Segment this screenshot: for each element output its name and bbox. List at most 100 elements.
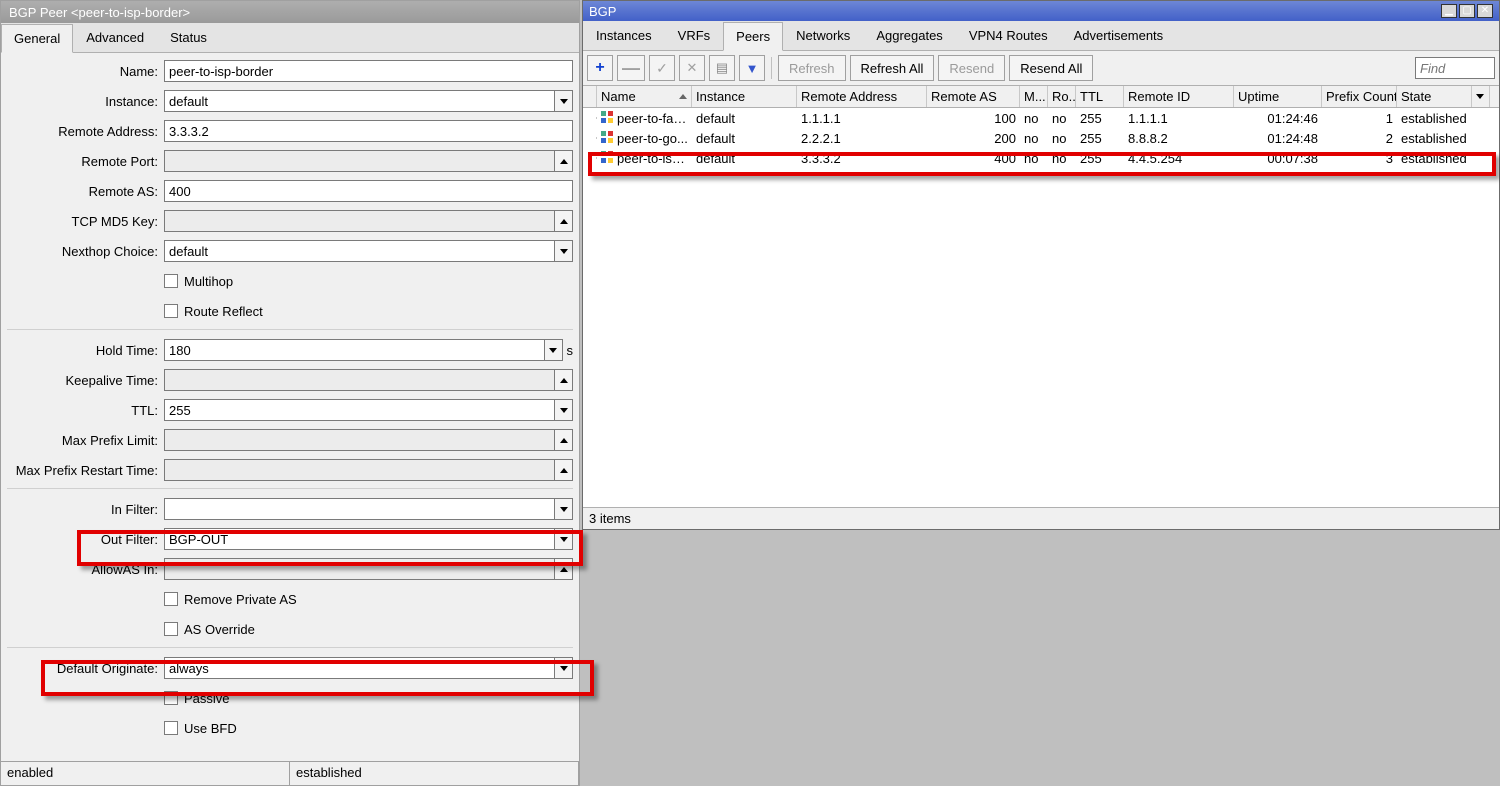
nexthop-input[interactable]	[164, 240, 555, 262]
ttl-input[interactable]	[164, 399, 555, 421]
peers-grid: Name Instance Remote Address Remote AS M…	[583, 86, 1499, 507]
default-originate-input[interactable]	[164, 657, 555, 679]
table-row[interactable]: peer-to-isp...default3.3.3.2400nono2554.…	[583, 148, 1499, 168]
minimize-icon: ▁	[1445, 6, 1453, 16]
remove-private-as-label: Remove Private AS	[184, 592, 297, 607]
col-menu[interactable]	[1472, 86, 1490, 107]
col-state[interactable]: State	[1397, 86, 1472, 107]
remote-port-expand-button[interactable]	[555, 150, 573, 172]
hold-time-dropdown-button[interactable]	[545, 339, 563, 361]
bgp-toolbar: + — ✓ ✕ ▤ ▼ Refresh Refresh All Resend R…	[583, 51, 1499, 86]
col-uptime[interactable]: Uptime	[1234, 86, 1322, 107]
route-reflect-checkbox[interactable]	[164, 304, 178, 318]
table-row[interactable]: peer-to-fac...default1.1.1.1100nono2551.…	[583, 108, 1499, 128]
ttl-dropdown-button[interactable]	[555, 399, 573, 421]
comment-button[interactable]: ▤	[709, 55, 735, 81]
hold-time-input[interactable]	[164, 339, 545, 361]
tab-instances[interactable]: Instances	[583, 21, 665, 50]
tab-vrfs[interactable]: VRFs	[665, 21, 724, 50]
tab-advanced[interactable]: Advanced	[73, 23, 157, 52]
chevron-down-icon	[560, 666, 568, 671]
remote-as-label: Remote AS:	[7, 184, 164, 199]
find-input[interactable]	[1415, 57, 1495, 79]
in-filter-dropdown-button[interactable]	[555, 498, 573, 520]
instance-dropdown-button[interactable]	[555, 90, 573, 112]
tab-advertisements[interactable]: Advertisements	[1061, 21, 1177, 50]
grid-body: peer-to-fac...default1.1.1.1100nono2551.…	[583, 108, 1499, 168]
remove-private-as-checkbox[interactable]	[164, 592, 178, 606]
hold-time-suffix: s	[567, 343, 574, 358]
allow-as-label: AllowAS In:	[7, 562, 164, 577]
minimize-button[interactable]: ▁	[1441, 4, 1457, 18]
tcp-md5-input[interactable]	[164, 210, 555, 232]
col-prefix-count[interactable]: Prefix Count	[1322, 86, 1397, 107]
remove-button[interactable]: —	[617, 55, 645, 81]
col-route-reflect[interactable]: Ro...	[1048, 86, 1076, 107]
remote-address-input[interactable]	[164, 120, 573, 142]
keepalive-label: Keepalive Time:	[7, 373, 164, 388]
max-prefix-label: Max Prefix Limit:	[7, 433, 164, 448]
nexthop-dropdown-button[interactable]	[555, 240, 573, 262]
col-flag[interactable]	[583, 86, 597, 107]
col-instance[interactable]: Instance	[692, 86, 797, 107]
tab-status[interactable]: Status	[157, 23, 220, 52]
default-originate-dropdown-button[interactable]	[555, 657, 573, 679]
max-prefix-expand-button[interactable]	[555, 429, 573, 451]
tab-networks[interactable]: Networks	[783, 21, 863, 50]
maximize-icon: ▢	[1462, 6, 1471, 16]
ttl-label: TTL:	[7, 403, 164, 418]
col-multihop[interactable]: M...	[1020, 86, 1048, 107]
name-input[interactable]	[164, 60, 573, 82]
x-icon: ✕	[687, 60, 698, 76]
passive-checkbox[interactable]	[164, 691, 178, 705]
col-remote-id[interactable]: Remote ID	[1124, 86, 1234, 107]
chevron-down-icon	[560, 378, 568, 383]
bgp-peer-window: BGP Peer <peer-to-isp-border> General Ad…	[0, 0, 580, 786]
chevron-down-icon	[560, 408, 568, 413]
out-filter-input[interactable]	[164, 528, 555, 550]
allow-as-input[interactable]	[164, 558, 555, 580]
disable-button[interactable]: ✕	[679, 55, 705, 81]
multihop-checkbox[interactable]	[164, 274, 178, 288]
maximize-button[interactable]: ▢	[1459, 4, 1475, 18]
refresh-button[interactable]: Refresh	[778, 55, 846, 81]
filter-button[interactable]: ▼	[739, 55, 765, 81]
hold-time-label: Hold Time:	[7, 343, 164, 358]
col-name[interactable]: Name	[597, 86, 692, 107]
allow-as-expand-button[interactable]	[555, 558, 573, 580]
max-prefix-restart-label: Max Prefix Restart Time:	[7, 463, 164, 478]
keepalive-expand-button[interactable]	[555, 369, 573, 391]
col-remote-as[interactable]: Remote AS	[927, 86, 1020, 107]
resend-button[interactable]: Resend	[938, 55, 1005, 81]
tab-vpn4-routes[interactable]: VPN4 Routes	[956, 21, 1061, 50]
resend-all-button[interactable]: Resend All	[1009, 55, 1093, 81]
col-remote-address[interactable]: Remote Address	[797, 86, 927, 107]
max-prefix-restart-input[interactable]	[164, 459, 555, 481]
max-prefix-restart-expand-button[interactable]	[555, 459, 573, 481]
chevron-down-icon	[560, 219, 568, 224]
grid-header: Name Instance Remote Address Remote AS M…	[583, 86, 1499, 108]
funnel-icon: ▼	[746, 61, 759, 76]
col-ttl[interactable]: TTL	[1076, 86, 1124, 107]
as-override-checkbox[interactable]	[164, 622, 178, 636]
enable-button[interactable]: ✓	[649, 55, 675, 81]
remote-port-input[interactable]	[164, 150, 555, 172]
tab-aggregates[interactable]: Aggregates	[863, 21, 956, 50]
close-button[interactable]: ✕	[1477, 4, 1493, 18]
max-prefix-input[interactable]	[164, 429, 555, 451]
add-button[interactable]: +	[587, 55, 613, 81]
instance-input[interactable]	[164, 90, 555, 112]
refresh-all-button[interactable]: Refresh All	[850, 55, 935, 81]
tcp-md5-expand-button[interactable]	[555, 210, 573, 232]
tcp-md5-label: TCP MD5 Key:	[7, 214, 164, 229]
tab-general[interactable]: General	[1, 24, 73, 53]
use-bfd-checkbox[interactable]	[164, 721, 178, 735]
remote-as-input[interactable]	[164, 180, 573, 202]
table-row[interactable]: peer-to-go...default2.2.2.1200nono2558.8…	[583, 128, 1499, 148]
in-filter-input[interactable]	[164, 498, 555, 520]
keepalive-input[interactable]	[164, 369, 555, 391]
bgp-titlebar: BGP ▁ ▢ ✕	[583, 1, 1499, 21]
chevron-down-icon	[560, 567, 568, 572]
tab-peers[interactable]: Peers	[723, 22, 783, 51]
out-filter-dropdown-button[interactable]	[555, 528, 573, 550]
